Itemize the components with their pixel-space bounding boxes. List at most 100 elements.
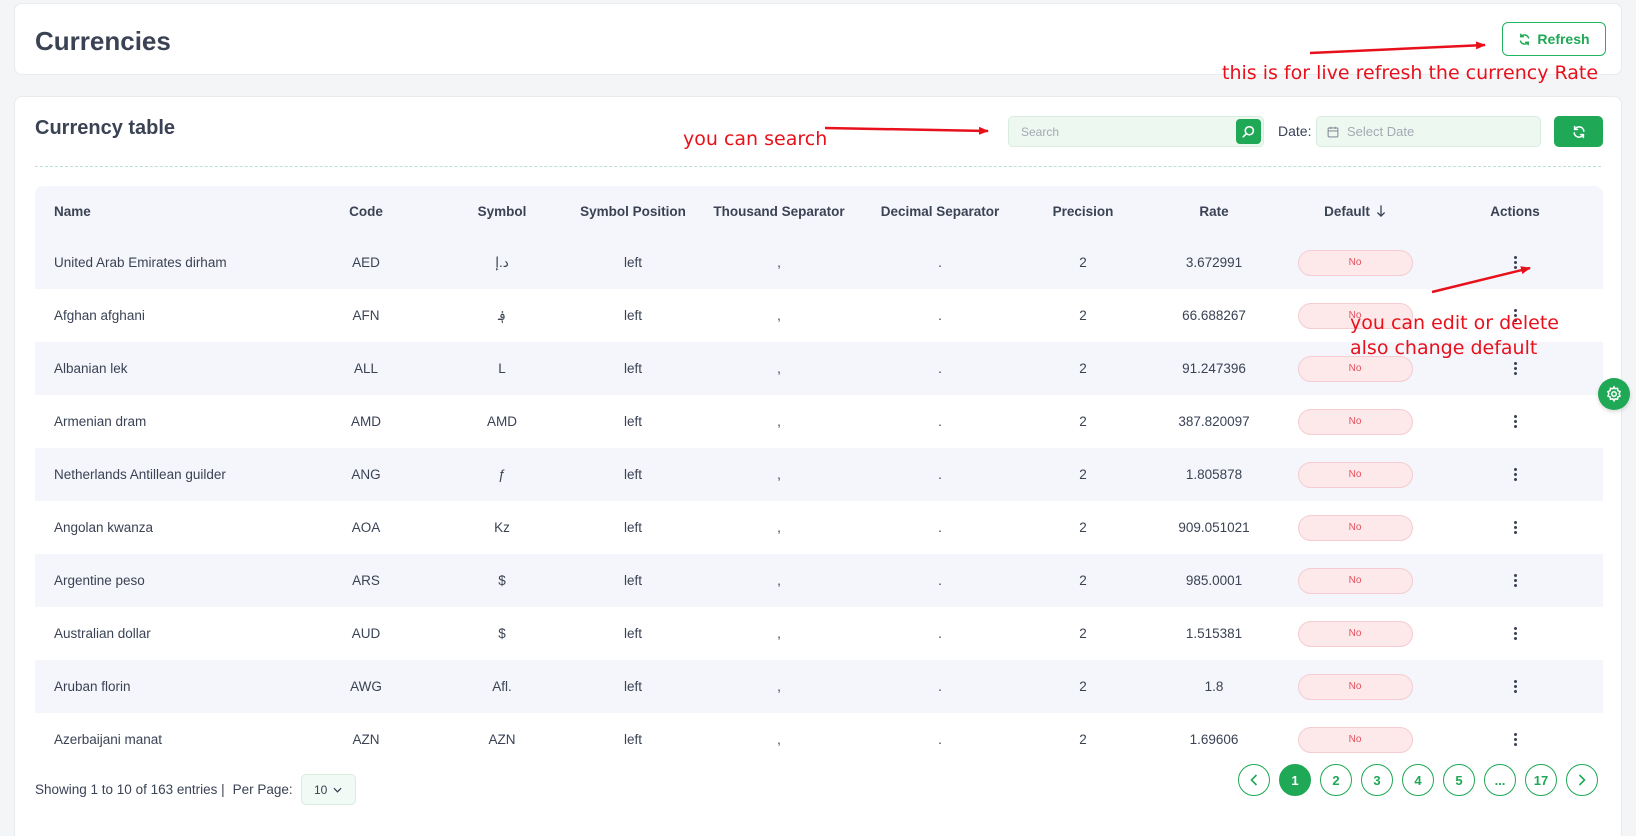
default-status-badge[interactable]: No	[1297, 408, 1413, 435]
kebab-menu-icon[interactable]	[1505, 624, 1525, 644]
cell-decimal-separator: .	[938, 467, 942, 482]
cell-symbol-position: left	[623, 732, 642, 747]
sort-down-arrow-icon	[1376, 204, 1385, 217]
currency-table-card: Currency table Date: Name Code Symbol Sy…	[14, 96, 1622, 836]
cell-code: ANG	[351, 467, 381, 482]
cell-precision: 2	[1079, 467, 1087, 482]
date-picker[interactable]	[1316, 116, 1541, 147]
cell-rate: 3.672991	[1185, 255, 1243, 270]
cell-default: No	[1283, 726, 1427, 753]
column-header-name: Name	[54, 203, 91, 219]
refresh-button[interactable]: Refresh	[1502, 22, 1606, 56]
cell-thousand-separator: ,	[777, 414, 781, 429]
default-status-badge[interactable]: No	[1297, 567, 1413, 594]
per-page-select[interactable]: 10	[300, 774, 356, 805]
default-status-badge[interactable]: No	[1297, 620, 1413, 647]
kebab-menu-icon[interactable]	[1505, 359, 1525, 379]
default-status-badge[interactable]: No	[1297, 514, 1413, 541]
cell-thousand-separator: ,	[777, 467, 781, 482]
kebab-menu-icon[interactable]	[1505, 412, 1525, 432]
cell-decimal-separator: .	[938, 679, 942, 694]
per-page-label: Per Page:	[232, 782, 293, 797]
cell-name: Armenian dram	[54, 414, 147, 429]
column-header-default[interactable]: Default	[1283, 204, 1427, 219]
date-input[interactable]	[1347, 124, 1527, 139]
kebab-menu-icon[interactable]	[1505, 465, 1525, 485]
page-button[interactable]: 4	[1402, 764, 1434, 796]
gear-icon	[1606, 385, 1622, 403]
cell-symbol-position: left	[623, 308, 642, 323]
prev-page-button[interactable]	[1238, 764, 1270, 796]
cell-precision: 2	[1079, 573, 1087, 588]
page-button[interactable]: 2	[1320, 764, 1352, 796]
pagination: 1 2 3 4 5... 17	[1238, 764, 1598, 796]
table-row: United Arab Emirates dirham AED د.إ left,. 2…	[35, 236, 1603, 289]
page-button[interactable]: ...	[1484, 764, 1516, 796]
cell-default: No	[1283, 408, 1427, 435]
page-button[interactable]: 17	[1525, 764, 1557, 796]
kebab-menu-icon[interactable]	[1505, 677, 1525, 697]
kebab-menu-icon[interactable]	[1505, 730, 1525, 750]
table-row: Azerbaijani manat AZN AZN left,. 2 1.69606 No	[35, 713, 1603, 766]
cell-thousand-separator: ,	[777, 308, 781, 323]
refresh-annotation-text: this is for live refresh the currency Ra…	[1222, 62, 1599, 84]
page-button[interactable]: 1	[1279, 764, 1311, 796]
kebab-menu-icon[interactable]	[1505, 571, 1525, 591]
cell-actions	[1427, 253, 1603, 273]
cell-rate: 909.051021	[1178, 520, 1250, 535]
cell-name: Argentine peso	[54, 573, 145, 588]
default-status-badge[interactable]: No	[1297, 726, 1413, 753]
per-page-value: 10	[314, 782, 328, 797]
cell-code: AWG	[350, 679, 382, 694]
cell-default: No	[1283, 514, 1427, 541]
table-row: Netherlands Antillean guilder ANG ƒ left,. 2…	[35, 448, 1603, 501]
cell-actions	[1427, 412, 1603, 432]
column-header-code: Code	[349, 203, 383, 219]
cell-actions	[1427, 571, 1603, 591]
kebab-menu-icon[interactable]	[1505, 518, 1525, 538]
cell-rate: 1.8	[1204, 679, 1224, 694]
page-button[interactable]: 3	[1361, 764, 1393, 796]
cell-default: No	[1283, 567, 1427, 594]
page-button[interactable]: 5	[1443, 764, 1475, 796]
section-divider	[35, 166, 1601, 167]
cell-rate: 66.688267	[1182, 308, 1246, 323]
cell-name: United Arab Emirates dirham	[54, 255, 227, 270]
cell-rate: 985.0001	[1185, 573, 1243, 588]
search-input[interactable]	[1009, 117, 1234, 146]
cell-code: AZN	[352, 732, 380, 747]
cell-actions	[1427, 624, 1603, 644]
search-button[interactable]	[1236, 119, 1261, 144]
kebab-menu-icon[interactable]	[1505, 253, 1525, 273]
reload-button[interactable]	[1554, 116, 1603, 147]
cell-precision: 2	[1079, 626, 1087, 641]
cell-decimal-separator: .	[938, 361, 942, 376]
cell-thousand-separator: ,	[777, 573, 781, 588]
cell-symbol: ؋	[498, 307, 506, 323]
default-status-badge[interactable]: No	[1297, 249, 1413, 276]
actions-annotation-text-line1: you can edit or delete	[1350, 312, 1559, 334]
cell-symbol-position: left	[623, 573, 642, 588]
search-icon	[1242, 125, 1255, 138]
cell-actions	[1427, 518, 1603, 538]
cell-symbol: د.إ	[495, 254, 509, 270]
column-header-rate: Rate	[1199, 203, 1229, 219]
calendar-icon	[1327, 126, 1339, 137]
cell-symbol-position: left	[623, 520, 642, 535]
default-status-badge[interactable]: No	[1297, 673, 1413, 700]
cell-code: ARS	[352, 573, 380, 588]
settings-button[interactable]	[1598, 378, 1630, 410]
cell-default: No	[1283, 461, 1427, 488]
cell-actions	[1427, 677, 1603, 697]
cell-rate: 1.515381	[1185, 626, 1243, 641]
cell-thousand-separator: ,	[777, 361, 781, 376]
column-header-actions: Actions	[1490, 203, 1540, 219]
cell-thousand-separator: ,	[777, 520, 781, 535]
cell-precision: 2	[1079, 732, 1087, 747]
cell-default: No	[1283, 249, 1427, 276]
default-status-badge[interactable]: No	[1297, 461, 1413, 488]
next-page-button[interactable]	[1566, 764, 1598, 796]
cell-decimal-separator: .	[938, 255, 942, 270]
section-title: Currency table	[35, 117, 176, 139]
cell-symbol: $	[498, 573, 506, 588]
